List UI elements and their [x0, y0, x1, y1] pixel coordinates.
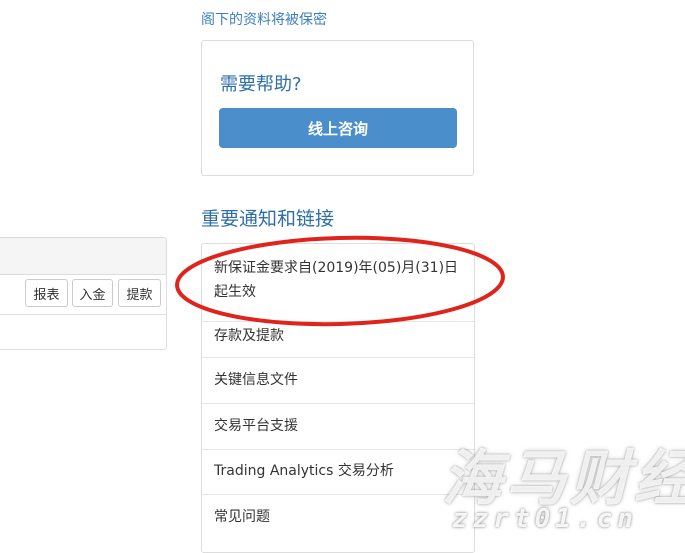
- notice-item-key-info-docs[interactable]: 关键信息文件: [202, 368, 474, 404]
- notice-item-margin-requirement[interactable]: 新保证金要求自(2019)年(05)月(31)日起生效: [202, 256, 474, 322]
- account-action-row: 报表 入金 提款: [0, 274, 166, 315]
- notices-link-list: 新保证金要求自(2019)年(05)月(31)日起生效 存款及提款 关键信息文件…: [201, 243, 475, 553]
- notice-item-platform-support[interactable]: 交易平台支援: [202, 414, 474, 450]
- account-panel-header: [0, 238, 166, 275]
- notice-item-deposit-withdrawal[interactable]: 存款及提款: [202, 322, 474, 358]
- watermark-url: zzrt01.cn: [452, 504, 638, 534]
- report-button[interactable]: 报表: [25, 279, 68, 307]
- withdraw-button[interactable]: 提款: [118, 279, 161, 307]
- deposit-button[interactable]: 入金: [72, 279, 113, 307]
- help-panel: 需要帮助? 线上咨询: [201, 40, 474, 176]
- online-consult-button[interactable]: 线上咨询: [219, 108, 457, 148]
- notices-heading: 重要通知和链接: [201, 208, 335, 230]
- privacy-note-link[interactable]: 阁下的资料将被保密: [201, 9, 327, 29]
- help-title: 需要帮助?: [220, 74, 302, 95]
- notice-item-trading-analytics[interactable]: Trading Analytics 交易分析: [202, 459, 474, 495]
- account-panel: 报表 入金 提款: [0, 237, 167, 350]
